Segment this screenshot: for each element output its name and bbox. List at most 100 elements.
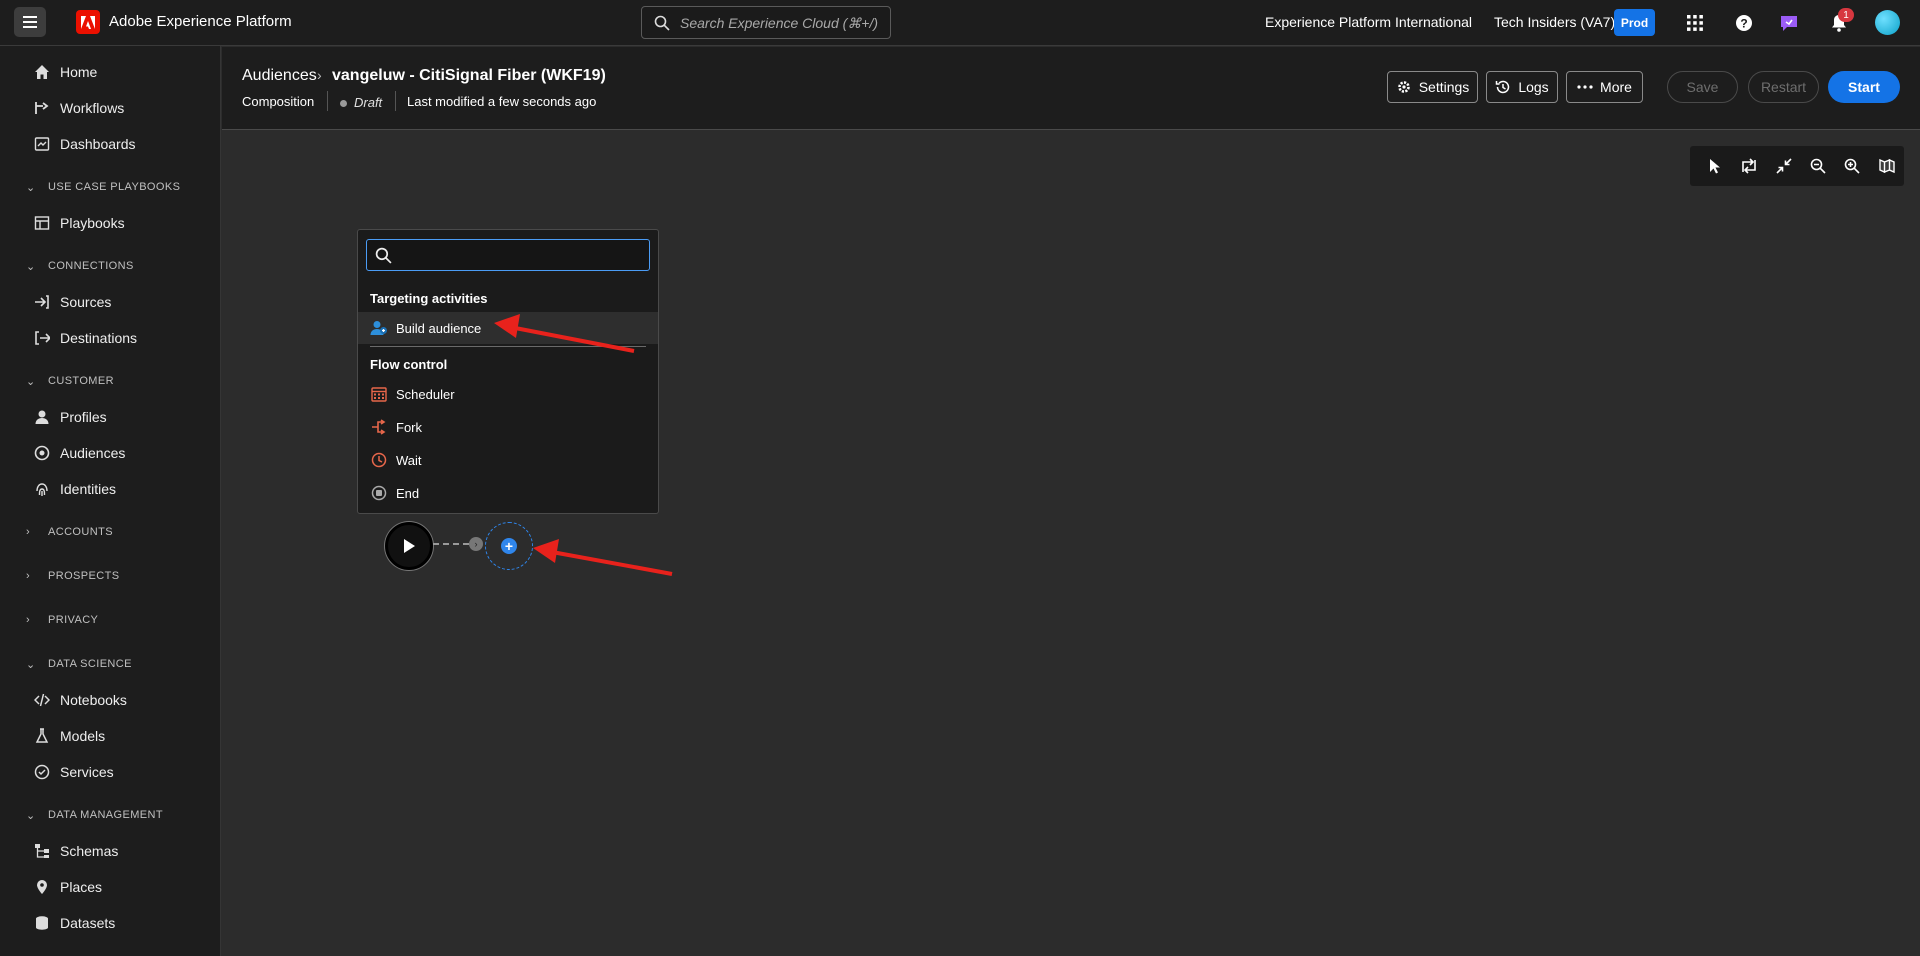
fork-icon [370, 418, 388, 436]
clock-icon [370, 451, 388, 469]
nav-section-connections[interactable]: ⌄ CONNECTIONS [26, 258, 134, 274]
zoom-out-icon[interactable] [1801, 150, 1835, 182]
last-modified: Last modified a few seconds ago [407, 94, 597, 109]
apps-grid-icon[interactable] [1683, 11, 1707, 35]
logs-label: Logs [1518, 79, 1549, 95]
nav-section-use-case-playbooks[interactable]: ⌄ USE CASE PLAYBOOKS [26, 179, 180, 195]
notification-count-badge: 1 [1838, 8, 1854, 22]
add-activity-node[interactable]: + [485, 522, 533, 570]
collapse-icon[interactable] [1767, 150, 1801, 182]
workflow-icon [33, 99, 51, 117]
activity-label: End [396, 485, 420, 501]
nav-item-workflows[interactable]: Workflows [33, 96, 124, 120]
select-pointer-icon[interactable] [1698, 150, 1732, 182]
environment-badge[interactable]: Prod [1614, 9, 1655, 36]
group-heading-targeting: Targeting activities [370, 291, 488, 306]
nav-item-playbooks[interactable]: Playbooks [33, 211, 125, 235]
chevron-down-icon: ⌄ [26, 658, 36, 671]
activity-scheduler[interactable]: Scheduler [358, 378, 658, 410]
product-name[interactable]: Adobe Experience Platform [109, 13, 292, 30]
gear-icon [1396, 79, 1412, 95]
nav-section-data-management[interactable]: ⌄ DATA MANAGEMENT [26, 807, 163, 823]
nav-item-notebooks[interactable]: Notebooks [33, 688, 127, 712]
dashboard-icon [33, 135, 51, 153]
adobe-logo[interactable] [76, 10, 100, 34]
nav-section-data-science[interactable]: ⌄ DATA SCIENCE [26, 656, 132, 672]
nav-section-prospects[interactable]: › PROSPECTS [26, 568, 119, 584]
nav-label: Workflows [60, 100, 125, 116]
section-label: DATA MANAGEMENT [48, 809, 163, 821]
home-icon [33, 63, 51, 81]
restart-button[interactable]: Restart [1748, 71, 1819, 103]
nav-item-destinations[interactable]: Destinations [33, 326, 137, 350]
activity-search-field[interactable] [366, 239, 650, 271]
group-heading-flow-control: Flow control [370, 357, 448, 372]
nav-item-datasets[interactable]: Datasets [33, 911, 115, 935]
nav-label: Destinations [60, 330, 138, 346]
help-icon[interactable]: ? [1732, 11, 1756, 35]
settings-button[interactable]: Settings [1387, 71, 1478, 103]
nav-item-identities[interactable]: Identities [33, 477, 116, 501]
nav-label: Schemas [60, 843, 119, 859]
hamburger-icon [23, 21, 37, 23]
chevron-down-icon: ⌄ [26, 260, 36, 273]
start-node[interactable] [385, 522, 433, 570]
nav-item-places[interactable]: Places [33, 875, 102, 899]
search-input[interactable] [680, 14, 880, 31]
nav-item-sources[interactable]: Sources [33, 290, 111, 314]
services-icon [33, 763, 51, 781]
top-bar: Adobe Experience Platform Experience Pla… [0, 0, 1920, 46]
activity-search-input[interactable] [400, 247, 640, 263]
activity-wait[interactable]: Wait [358, 444, 658, 476]
chevron-down-icon: ⌄ [26, 809, 36, 822]
more-button[interactable]: More [1566, 71, 1643, 103]
section-label: USE CASE PLAYBOOKS [48, 181, 181, 193]
save-button[interactable]: Save [1667, 71, 1738, 103]
section-label: CONNECTIONS [48, 260, 134, 272]
page-title: vangeluw - CitiSignal Fiber (WKF19) [332, 67, 606, 84]
menu-toggle-button[interactable] [14, 7, 46, 37]
nav-item-dashboards[interactable]: Dashboards [33, 132, 136, 156]
nav-item-services[interactable]: Services [33, 760, 114, 784]
global-search[interactable] [641, 6, 891, 39]
nav-item-schemas[interactable]: Schemas [33, 839, 118, 863]
sandbox-switcher[interactable]: Tech Insiders (VA7) [1494, 14, 1615, 30]
chevron-down-icon: ⌄ [26, 181, 36, 194]
nav-section-privacy[interactable]: › PRIVACY [26, 612, 98, 628]
activity-label: Wait [396, 452, 422, 468]
activity-label: Build audience [396, 320, 482, 336]
annotation-arrow-add-node [533, 539, 673, 576]
org-switcher[interactable]: Experience Platform International [1265, 14, 1472, 30]
minimap-icon[interactable] [1870, 150, 1904, 182]
activity-label: Fork [396, 419, 422, 435]
build-audience-icon [370, 319, 388, 337]
nav-item-models[interactable]: Models [33, 724, 105, 748]
chevron-right-icon: › [317, 67, 322, 83]
activity-build-audience[interactable]: Build audience [358, 312, 658, 344]
auto-arrange-icon[interactable] [1732, 150, 1766, 182]
nav-item-audiences[interactable]: Audiences [33, 441, 125, 465]
breadcrumb-audiences[interactable]: Audiences [242, 67, 317, 85]
nav-item-home[interactable]: Home [33, 60, 97, 84]
nav-label: Dashboards [60, 136, 136, 152]
calendar-icon [370, 385, 388, 403]
more-label: More [1600, 79, 1632, 95]
activity-fork[interactable]: Fork [358, 411, 658, 443]
start-button[interactable]: Start [1828, 71, 1900, 103]
nav-label: Audiences [60, 445, 126, 461]
logs-button[interactable]: Logs [1486, 71, 1558, 103]
user-avatar[interactable] [1875, 10, 1900, 35]
chevron-right-icon: › [26, 614, 31, 626]
playbook-icon [33, 214, 51, 232]
activity-end[interactable]: End [358, 477, 658, 509]
nav-label: Profiles [60, 409, 107, 425]
zoom-in-icon[interactable] [1835, 150, 1869, 182]
nav-section-customer[interactable]: ⌄ CUSTOMER [26, 373, 114, 389]
feedback-icon[interactable] [1777, 11, 1801, 35]
stop-icon [370, 484, 388, 502]
nav-section-accounts[interactable]: › ACCOUNTS [26, 524, 113, 540]
activity-picker-popover: Targeting activities Build audience Flow… [357, 229, 659, 514]
nav-item-profiles[interactable]: Profiles [33, 405, 107, 429]
schema-icon [33, 842, 51, 860]
sources-icon [33, 293, 51, 311]
